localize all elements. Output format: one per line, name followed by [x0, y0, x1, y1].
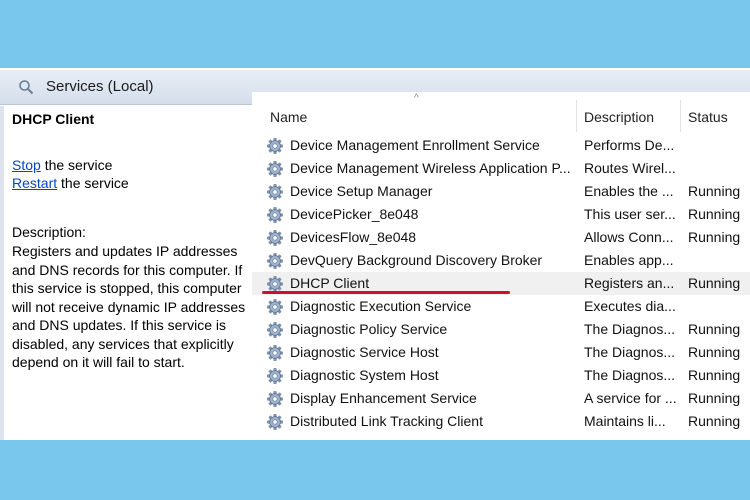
restart-link[interactable]: Restart [12, 175, 57, 191]
list-header: ^ Name Description Status [252, 92, 750, 132]
service-name: Diagnostic Execution Service [290, 298, 472, 314]
services-window: Services (Local) DHCP Client Stop the se… [0, 68, 750, 440]
service-name: Display Enhancement Service [290, 390, 477, 406]
service-name: Diagnostic Policy Service [290, 321, 448, 337]
service-name: Device Management Enrollment Service [290, 137, 540, 153]
service-name: DHCP Client [290, 275, 370, 291]
service-status: Running [688, 390, 741, 406]
service-status: Running [688, 183, 741, 199]
service-row[interactable]: Distributed Link Tracking Client Maintai… [252, 410, 750, 433]
service-status: Running [688, 344, 741, 360]
service-status: Running [688, 413, 741, 429]
service-name: Device Management Wireless Application P… [290, 160, 571, 176]
column-separator[interactable] [576, 100, 577, 132]
selected-service-name: DHCP Client [12, 111, 95, 127]
stop-action: Stop the service [12, 157, 112, 173]
service-status: Running [688, 206, 741, 222]
service-name: Diagnostic Service Host [290, 344, 439, 360]
service-row[interactable]: Diagnostic System Host The Diagnos... Ru… [252, 364, 750, 387]
service-description: Allows Conn... [584, 229, 674, 245]
search-icon [19, 80, 34, 95]
restart-suffix: the service [57, 175, 129, 191]
service-description: Enables the ... [584, 183, 674, 199]
description-label: Description: [12, 224, 86, 240]
gear-icon [267, 414, 283, 430]
column-separator[interactable] [680, 100, 681, 132]
gear-icon [267, 207, 283, 223]
gear-icon [267, 253, 283, 269]
service-description: This user ser... [584, 206, 676, 222]
stop-suffix: the service [40, 157, 113, 173]
gear-icon [267, 230, 283, 246]
service-row[interactable]: DevicePicker_8e048 This user ser... Runn… [252, 203, 750, 226]
service-name: Diagnostic System Host [290, 367, 439, 383]
service-description: The Diagnos... [584, 344, 676, 360]
service-name: Device Setup Manager [290, 183, 433, 199]
window-title: Services (Local) [46, 78, 154, 95]
gear-icon [267, 391, 283, 407]
description-text: Registers and updates IP addresses and D… [12, 243, 246, 370]
service-row[interactable]: DevQuery Background Discovery Broker Ena… [252, 249, 750, 272]
service-row[interactable]: Diagnostic Policy Service The Diagnos...… [252, 318, 750, 341]
gear-icon [267, 138, 283, 154]
column-header-description[interactable]: Description [584, 109, 654, 125]
extended-pane: DHCP Client Stop the service Restart the… [4, 106, 252, 440]
service-row[interactable]: Diagnostic Service Host The Diagnos... R… [252, 341, 750, 364]
service-status: Running [688, 367, 741, 383]
column-header-name[interactable]: Name [270, 109, 307, 125]
column-header-status[interactable]: Status [688, 109, 728, 125]
service-name: DevQuery Background Discovery Broker [290, 252, 543, 268]
stop-link[interactable]: Stop [12, 157, 41, 173]
service-description: Routes Wirel... [584, 160, 676, 176]
service-description: Executes dia... [584, 298, 676, 314]
gear-icon [267, 345, 283, 361]
gear-icon [267, 161, 283, 177]
service-row[interactable]: Diagnostic Execution Service Executes di… [252, 295, 750, 318]
service-row[interactable]: Display Enhancement Service A service fo… [252, 387, 750, 410]
service-name: DevicePicker_8e048 [290, 206, 419, 222]
gear-icon [267, 368, 283, 384]
service-name: DevicesFlow_8e048 [290, 229, 417, 245]
restart-action: Restart the service [12, 175, 129, 191]
services-list: ^ Name Description Status Device Managem… [252, 92, 750, 440]
sort-ascending-icon: ^ [414, 93, 419, 104]
service-row[interactable]: DevicesFlow_8e048 Allows Conn... Running [252, 226, 750, 249]
service-description: The Diagnos... [584, 367, 676, 383]
service-description: Maintains li... [584, 413, 666, 429]
service-description: Performs De... [584, 137, 675, 153]
service-status: Running [688, 321, 741, 337]
service-row[interactable]: Device Management Enrollment Service Per… [252, 134, 750, 157]
service-description: Registers an... [584, 275, 675, 291]
service-status: Running [688, 275, 741, 291]
highlight-underline [262, 291, 510, 294]
gear-icon [267, 184, 283, 200]
service-row[interactable]: Device Management Wireless Application P… [252, 157, 750, 180]
service-status: Running [688, 229, 741, 245]
service-description: Enables app... [584, 252, 674, 268]
service-name: Distributed Link Tracking Client [290, 413, 483, 429]
service-row[interactable]: Device Setup Manager Enables the ... Run… [252, 180, 750, 203]
service-description: A service for ... [584, 390, 676, 406]
gear-icon [267, 299, 283, 315]
gear-icon [267, 322, 283, 338]
service-description: The Diagnos... [584, 321, 676, 337]
